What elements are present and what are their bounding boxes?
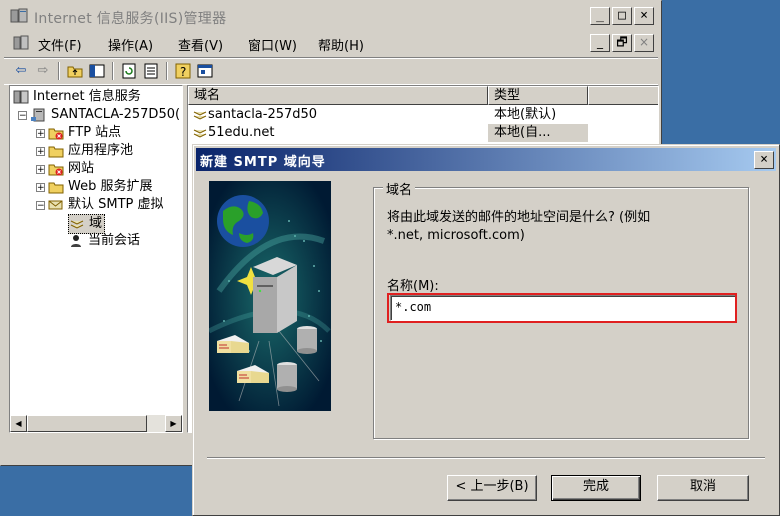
tree-item-app-pools[interactable]: 应用程序池 — [48, 142, 133, 160]
toolbar-separator — [58, 62, 60, 80]
back-arrow-icon[interactable]: ⇦ — [12, 62, 30, 80]
tree-root-iis[interactable]: Internet 信息服务 — [13, 88, 141, 106]
expand-toggle[interactable]: + — [36, 183, 45, 193]
tree-subitem-label: 当前会话 — [88, 233, 141, 248]
up-folder-icon[interactable] — [66, 62, 84, 80]
domain-icon — [193, 129, 207, 138]
tree-item-label: 默认 SMTP 虚拟 — [68, 197, 164, 212]
iis-app-icon — [10, 8, 28, 23]
expand-toggle[interactable]: + — [36, 129, 45, 139]
new-smtp-domain-wizard: 新建 SMTP 域向导 × 域名 将由此域发送的邮件的地址空间是什么? (例如 … — [192, 144, 780, 516]
expand-toggle[interactable]: + — [36, 165, 45, 175]
tree-item-ftp[interactable]: FTP 站点 — [48, 124, 121, 142]
column-header-empty — [588, 86, 658, 105]
iis-computer-icon — [13, 90, 29, 103]
mmc-console-icon[interactable] — [12, 34, 30, 52]
domain-name: santacla-257d50 — [208, 107, 318, 122]
tree-item-websites[interactable]: 网站 — [48, 160, 94, 178]
menu-help[interactable]: 帮助(H) — [318, 35, 364, 54]
domain-name: 51edu.net — [208, 125, 275, 140]
tree-server[interactable]: SANTACLA-257D50( — [31, 106, 180, 124]
forward-arrow-icon[interactable]: ⇨ — [34, 62, 52, 80]
tree-root-label: Internet 信息服务 — [33, 89, 141, 104]
scroll-left-button[interactable]: ◀ — [10, 415, 27, 432]
finish-button[interactable]: 完成 — [551, 475, 641, 501]
name-field-label: 名称(M): — [387, 279, 439, 294]
child-close-button[interactable]: × — [634, 34, 654, 52]
tree-subitem-sessions[interactable]: 当前会话 — [68, 232, 140, 250]
tree-item-label: FTP 站点 — [68, 125, 122, 140]
child-restore-button[interactable]: 🗗 — [612, 34, 632, 52]
maximize-button[interactable]: □ — [612, 7, 632, 25]
scroll-thumb[interactable] — [27, 415, 147, 432]
close-button[interactable]: × — [634, 7, 654, 25]
folder-icon — [48, 146, 64, 157]
export-list-icon[interactable] — [142, 62, 160, 80]
back-button[interactable]: < 上一步(B) — [447, 475, 537, 501]
stopped-folder-icon — [48, 128, 64, 139]
domain-name-field[interactable] — [390, 295, 736, 321]
wizard-close-button[interactable]: × — [754, 151, 774, 169]
cancel-button[interactable]: 取消 — [657, 475, 749, 501]
collapse-toggle[interactable]: − — [36, 201, 45, 211]
child-minimize-button[interactable]: _ — [590, 34, 610, 52]
show-hide-tree-icon[interactable] — [88, 62, 106, 80]
refresh-icon[interactable] — [120, 62, 138, 80]
tree-item-label: 网站 — [68, 161, 95, 176]
svg-text:?: ? — [180, 65, 186, 79]
iis-title-bar[interactable]: Internet 信息服务(IIS)管理器 _ □ × — [4, 4, 658, 28]
collapse-toggle[interactable]: − — [18, 111, 27, 121]
tree-server-label: SANTACLA-257D50( — [51, 107, 181, 122]
groupbox-title: 域名 — [383, 179, 416, 198]
tree-pane: Internet 信息服务 − SANTACLA-257D50( + FTP 站… — [9, 85, 183, 433]
domains-icon — [70, 220, 84, 229]
minimize-button[interactable]: _ — [590, 7, 610, 25]
tree-item-label: 应用程序池 — [68, 143, 134, 158]
menu-action[interactable]: 操作(A) — [108, 35, 153, 54]
description-text: 将由此域发送的邮件的地址空间是什么? (例如 *.net, microsoft.… — [387, 209, 737, 245]
wizard-illustration — [209, 181, 331, 411]
folder-icon — [48, 182, 64, 193]
tree-item-smtp-virtual[interactable]: 默认 SMTP 虚拟 — [48, 196, 164, 214]
wizard-title: 新建 SMTP 域向导 — [200, 155, 326, 170]
tree-horizontal-scrollbar[interactable]: ◀ ▶ — [10, 415, 182, 432]
column-header-type[interactable]: 类型 — [488, 86, 588, 105]
domain-icon — [193, 111, 207, 120]
menu-window[interactable]: 窗口(W) — [248, 35, 297, 54]
toolbar: ⇦ ⇨ ? — [4, 57, 658, 85]
user-session-icon — [71, 234, 81, 247]
help-icon[interactable]: ? — [174, 62, 192, 80]
tree-subitem-domains[interactable]: 域 — [68, 214, 106, 234]
server-icon — [31, 108, 45, 121]
description-line-1: 将由此域发送的邮件的地址空间是什么? (例如 — [387, 210, 651, 225]
stopped-folder-icon — [48, 164, 64, 175]
tree-subitem-label: 域 — [89, 216, 103, 231]
button-divider — [207, 457, 765, 459]
domain-type: 本地(自... — [488, 124, 588, 142]
expand-toggle[interactable]: + — [36, 147, 45, 157]
scroll-right-button[interactable]: ▶ — [165, 415, 182, 432]
column-header-domain[interactable]: 域名 — [188, 86, 488, 105]
domain-name-input[interactable] — [393, 298, 727, 316]
wizard-title-bar[interactable]: 新建 SMTP 域向导 × — [196, 148, 776, 171]
menu-bar: 文件(F) 操作(A) 查看(V) 窗口(W) 帮助(H) _ 🗗 × — [4, 31, 658, 55]
tree-item-web-extensions[interactable]: Web 服务扩展 — [48, 178, 152, 196]
toolbar-separator — [166, 62, 168, 80]
properties-icon[interactable] — [196, 62, 214, 80]
list-row[interactable]: 51edu.net — [192, 124, 275, 142]
menu-file[interactable]: 文件(F) — [38, 35, 82, 54]
toolbar-separator — [112, 62, 114, 80]
menu-view[interactable]: 查看(V) — [178, 35, 223, 54]
smtp-envelope-icon — [48, 200, 63, 209]
list-row[interactable]: santacla-257d50 — [192, 106, 317, 124]
domain-type: 本地(默认) — [494, 107, 557, 122]
description-line-2: *.net, microsoft.com) — [387, 228, 525, 243]
iis-window-title: Internet 信息服务(IIS)管理器 — [34, 11, 227, 27]
tree-item-label: Web 服务扩展 — [68, 179, 153, 194]
